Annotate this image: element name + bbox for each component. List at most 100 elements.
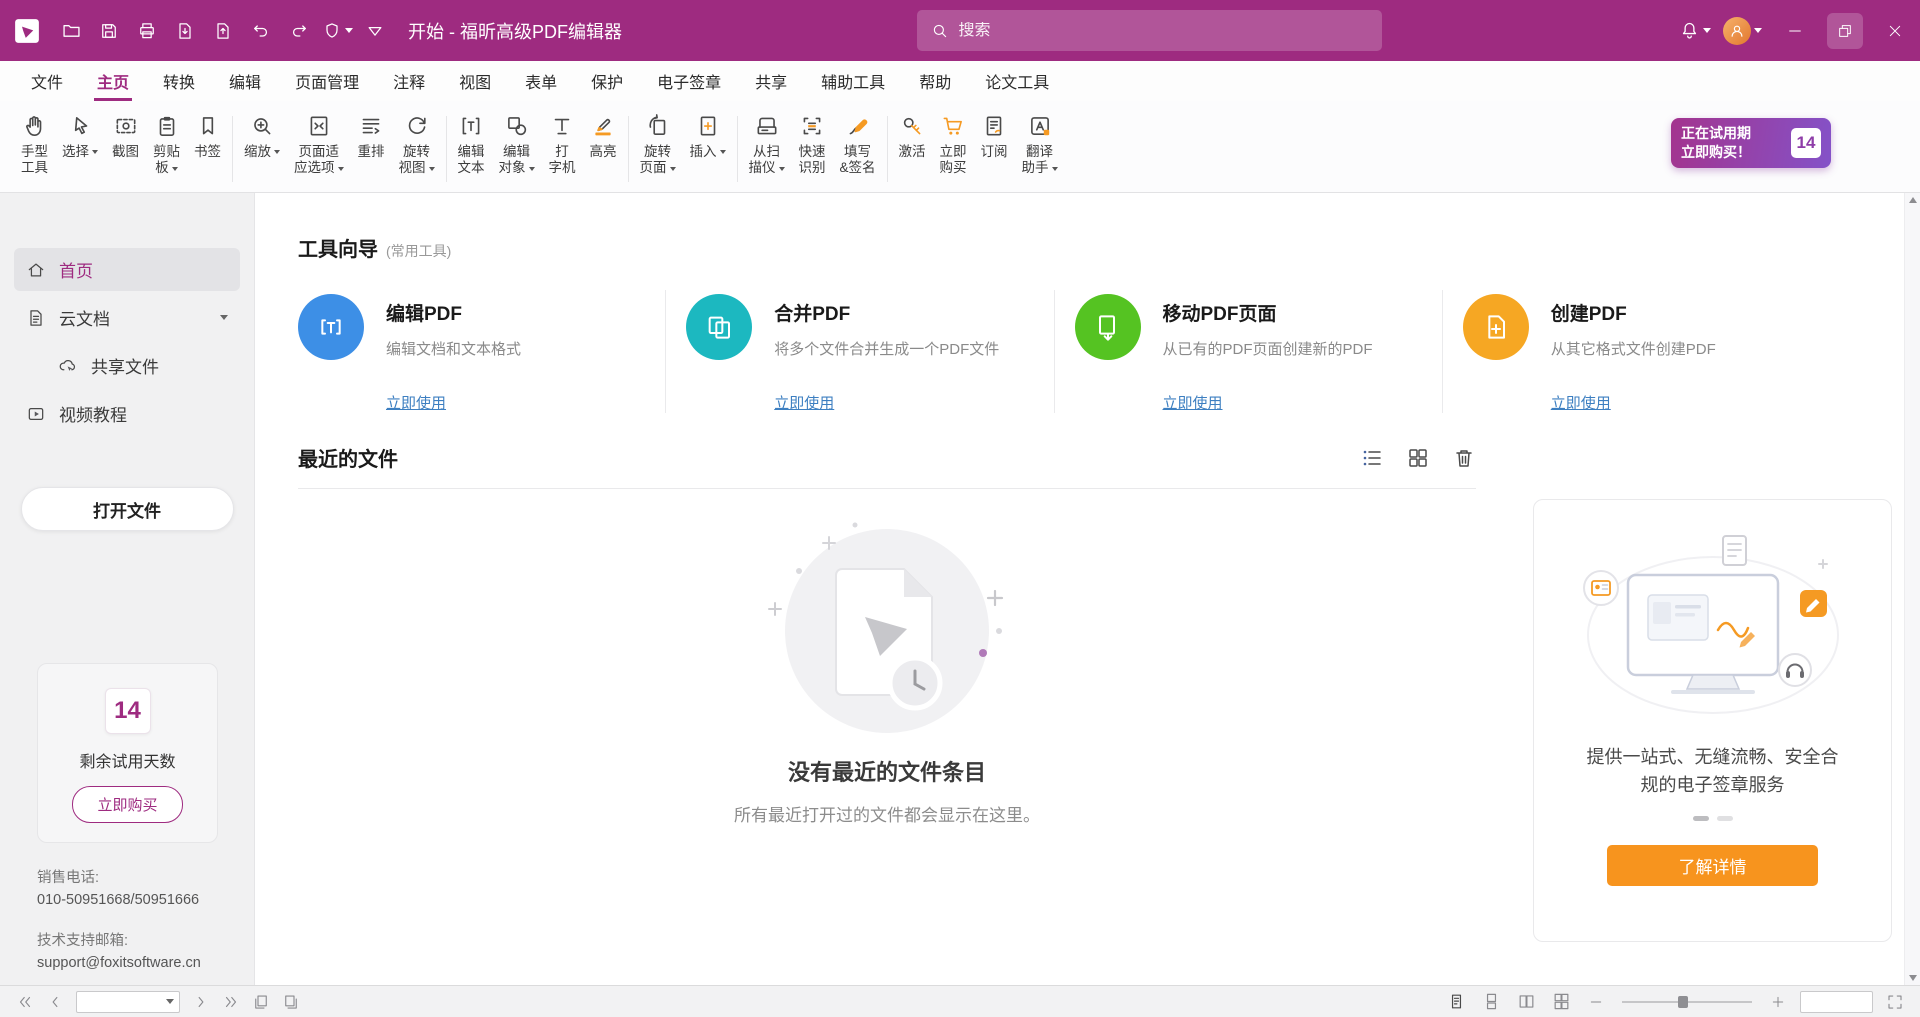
fullscreen-icon[interactable]: [1882, 990, 1908, 1014]
minimize-button[interactable]: [1770, 0, 1820, 61]
undo-icon[interactable]: [242, 11, 280, 51]
menu-edit[interactable]: 编辑: [212, 61, 278, 101]
support-email-link[interactable]: support@foxitsoftware.cn: [37, 952, 201, 974]
use-now-link[interactable]: 立即使用: [1163, 392, 1223, 413]
ribbon-zoom[interactable]: 缩放: [237, 108, 287, 160]
menu-help[interactable]: 帮助: [902, 61, 968, 101]
use-now-link[interactable]: 立即使用: [1551, 392, 1611, 413]
menu-form[interactable]: 表单: [508, 61, 574, 101]
continuous-view-icon[interactable]: [1478, 990, 1504, 1014]
ribbon-page-fit[interactable]: 页面适 应选项: [287, 108, 351, 177]
zoom-slider-thumb[interactable]: [1678, 996, 1688, 1008]
zoom-out-icon[interactable]: [1583, 990, 1609, 1014]
menu-protect[interactable]: 保护: [574, 61, 640, 101]
carousel-dots[interactable]: [1693, 816, 1733, 821]
scroll-up-icon[interactable]: [1909, 197, 1917, 203]
account-avatar[interactable]: [1714, 11, 1770, 51]
save-icon[interactable]: [90, 11, 128, 51]
zoom-level-input[interactable]: [1800, 991, 1873, 1013]
trial-period-badge[interactable]: 正在试用期 立即购买！ 14: [1671, 118, 1831, 168]
ribbon-from-scanner[interactable]: 从扫 描仪: [742, 108, 792, 177]
print-icon[interactable]: [128, 11, 166, 51]
ribbon-activate[interactable]: 激活: [892, 108, 933, 160]
scroll-down-icon[interactable]: [1909, 975, 1917, 981]
ribbon-quick-ocr[interactable]: 快速 识别: [792, 108, 833, 177]
tool-card-move-pdf-pages[interactable]: 移动PDF页面 从已有的PDF页面创建新的PDF 立即使用: [1054, 290, 1442, 413]
ribbon-buy-now[interactable]: 立即 购买: [933, 108, 974, 177]
ribbon-fill-sign[interactable]: 填写 &签名: [833, 108, 883, 177]
menu-comment[interactable]: 注释: [376, 61, 442, 101]
first-page-icon[interactable]: [12, 990, 38, 1014]
ribbon-select[interactable]: 选择: [55, 108, 105, 160]
carousel-dot[interactable]: [1693, 816, 1709, 821]
sidebar-item-cloud-docs[interactable]: 云文档: [14, 296, 240, 339]
sidebar-item-home[interactable]: 首页: [14, 248, 240, 291]
next-page-icon[interactable]: [188, 990, 214, 1014]
ribbon-clipboard[interactable]: 剪贴 板: [146, 108, 187, 177]
close-button[interactable]: [1870, 0, 1920, 61]
customize-toolbar-icon[interactable]: [356, 11, 394, 51]
continuous-facing-view-icon[interactable]: [1548, 990, 1574, 1014]
ribbon-insert[interactable]: 插入: [683, 108, 733, 160]
foxit-logo-icon: [10, 14, 44, 48]
ribbon-highlight[interactable]: 高亮: [583, 108, 624, 160]
previous-view-icon[interactable]: [248, 990, 274, 1014]
ribbon-typewriter[interactable]: 打 字机: [542, 108, 583, 177]
facing-view-icon[interactable]: [1513, 990, 1539, 1014]
tool-card-merge-pdf[interactable]: 合并PDF 将多个文件合并生成一个PDF文件 立即使用: [665, 290, 1053, 413]
use-now-link[interactable]: 立即使用: [386, 392, 446, 413]
use-now-link[interactable]: 立即使用: [774, 392, 834, 413]
restore-button[interactable]: [1820, 0, 1870, 61]
menu-accessibility[interactable]: 辅助工具: [804, 61, 902, 101]
zoom-in-icon[interactable]: [1765, 990, 1791, 1014]
redo-icon[interactable]: [280, 11, 318, 51]
last-page-icon[interactable]: [218, 990, 244, 1014]
protect-tools-icon[interactable]: [318, 11, 356, 51]
learn-more-button[interactable]: 了解详情: [1607, 845, 1818, 886]
sidebar-item-video-tutorials[interactable]: 视频教程: [14, 392, 240, 435]
ribbon-subscribe[interactable]: 订阅: [974, 108, 1015, 160]
ribbon-reflow[interactable]: 重排: [351, 108, 392, 160]
open-file-icon[interactable]: [52, 11, 90, 51]
previous-page-icon[interactable]: [42, 990, 68, 1014]
menu-convert[interactable]: 转换: [146, 61, 212, 101]
menu-paper-tools[interactable]: 论文工具: [968, 61, 1066, 101]
buy-now-button[interactable]: 立即购买: [72, 786, 182, 823]
vertical-scrollbar[interactable]: [1904, 193, 1920, 985]
carousel-dot[interactable]: [1717, 816, 1733, 821]
ribbon-rotate-pages[interactable]: 旋转 页面: [633, 108, 683, 177]
insert-page-icon: [695, 111, 721, 141]
zoom-slider[interactable]: [1622, 1001, 1752, 1003]
tool-card-edit-pdf[interactable]: 编辑PDF 编辑文档和文本格式 立即使用: [298, 290, 665, 413]
next-view-icon[interactable]: [278, 990, 304, 1014]
list-view-icon[interactable]: [1360, 446, 1384, 470]
page-number-input[interactable]: [77, 994, 166, 1009]
tool-card-create-pdf[interactable]: 创建PDF 从其它格式文件创建PDF 立即使用: [1442, 290, 1830, 413]
ribbon-hand-tool[interactable]: 手型 工具: [14, 108, 55, 177]
trash-icon[interactable]: [1452, 446, 1476, 470]
ribbon-translate-assistant[interactable]: 翻译 助手: [1015, 108, 1065, 177]
ribbon-bookmark[interactable]: 书签: [187, 108, 228, 160]
notifications-bell-icon[interactable]: [1676, 11, 1714, 51]
menu-home[interactable]: 主页: [80, 61, 146, 101]
menu-page-organize[interactable]: 页面管理: [278, 61, 376, 101]
ribbon-edit-text[interactable]: 编辑 文本: [451, 108, 492, 177]
chevron-down-icon[interactable]: [166, 999, 174, 1004]
menu-share[interactable]: 共享: [738, 61, 804, 101]
grid-view-icon[interactable]: [1406, 446, 1430, 470]
sidebar-item-shared-files[interactable]: 共享文件: [46, 344, 240, 387]
menu-view[interactable]: 视图: [442, 61, 508, 101]
single-page-view-icon[interactable]: [1443, 990, 1469, 1014]
export-pdf-icon[interactable]: [166, 11, 204, 51]
open-file-button[interactable]: 打开文件: [21, 487, 234, 531]
chevron-down-icon[interactable]: [220, 315, 228, 320]
menu-file[interactable]: 文件: [14, 61, 80, 101]
ribbon-rotate-view[interactable]: 旋转 视图: [392, 108, 442, 177]
search-input[interactable]: [959, 22, 1368, 40]
share-doc-icon[interactable]: [204, 11, 242, 51]
page-number-box[interactable]: [76, 991, 180, 1013]
search-bar[interactable]: [917, 10, 1382, 51]
ribbon-edit-object[interactable]: 编辑 对象: [492, 108, 542, 177]
menu-esign[interactable]: 电子签章: [640, 61, 738, 101]
ribbon-snapshot[interactable]: 截图: [105, 108, 146, 160]
